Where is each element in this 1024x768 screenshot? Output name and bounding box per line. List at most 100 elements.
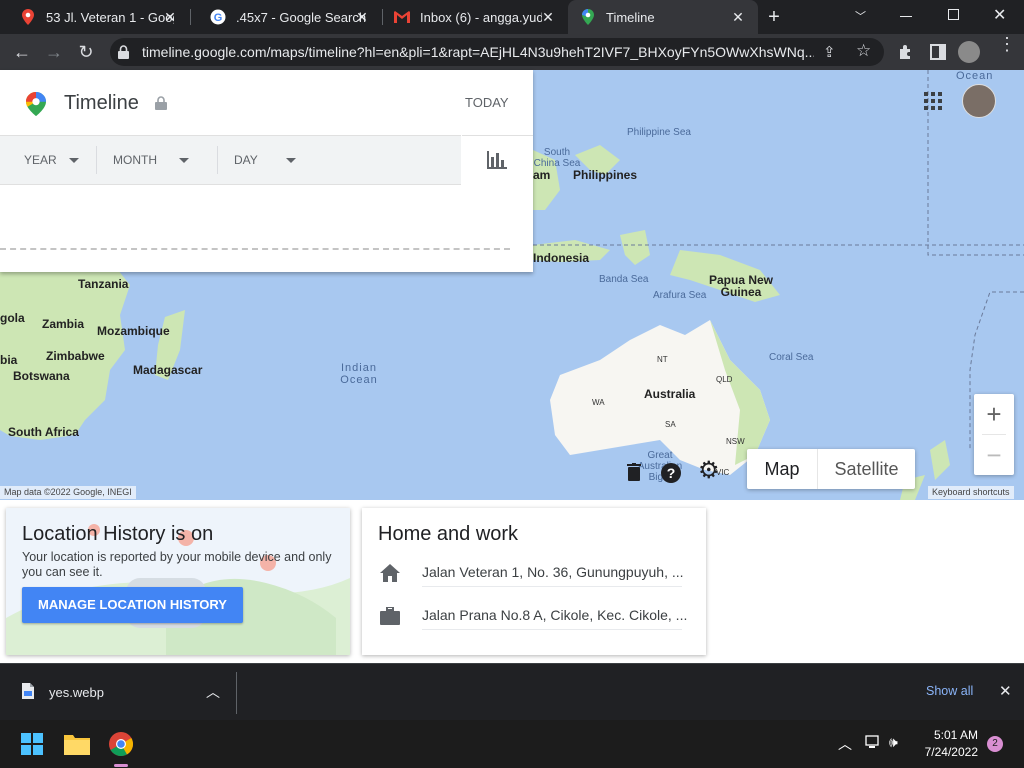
restore-button[interactable] xyxy=(948,9,959,20)
close-tab-icon[interactable]: ✕ xyxy=(730,9,746,25)
location-history-text: Your location is reported by your mobile… xyxy=(22,550,332,579)
clock-time[interactable]: 5:01 AM xyxy=(920,728,978,742)
work-address-row[interactable]: Jalan Prana No.8 A, Cikole, Kec. Cikole,… xyxy=(422,603,687,630)
forward-arrow-icon[interactable]: → xyxy=(40,38,68,66)
home-address-row[interactable]: Jalan Veteran 1, No. 36, Gunungpuyuh, ..… xyxy=(422,560,684,587)
maps-pin-icon xyxy=(20,9,36,25)
tab-title: 53 Jl. Veteran 1 - Google xyxy=(46,9,174,25)
map-view-button[interactable]: Map xyxy=(747,449,818,489)
date-selector-bar: YEAR MONTH DAY xyxy=(0,135,461,185)
extensions-puzzle-icon[interactable] xyxy=(892,38,920,66)
active-app-indicator xyxy=(114,764,128,767)
map-label: NT xyxy=(657,355,668,364)
map-label: Indian Ocean xyxy=(340,362,378,386)
chevron-down-icon xyxy=(285,157,296,163)
side-panel-icon[interactable] xyxy=(924,38,952,66)
today-button[interactable]: TODAY xyxy=(465,95,509,110)
month-label: MONTH xyxy=(113,153,157,167)
lock-icon xyxy=(118,45,129,64)
reload-icon[interactable]: ↻ xyxy=(72,38,100,66)
timeline-dashed-line xyxy=(0,248,510,250)
settings-gear-icon[interactable]: ⚙ xyxy=(698,459,720,483)
google-g-icon: G xyxy=(210,9,226,25)
stats-button[interactable] xyxy=(462,135,533,184)
download-filename: yes.webp xyxy=(49,685,104,700)
maps-pin-icon xyxy=(580,9,596,25)
zoom-control: + − xyxy=(974,394,1014,475)
file-explorer-icon[interactable] xyxy=(64,733,90,760)
location-history-title: Location History is on xyxy=(22,523,214,545)
profile-avatar[interactable] xyxy=(958,41,980,63)
map-label: am xyxy=(533,168,551,182)
tab-title: Inbox (6) - angga.yudia xyxy=(420,9,542,25)
briefcase-icon xyxy=(380,606,400,630)
chrome-taskbar-icon[interactable] xyxy=(109,732,134,761)
map-label: Coral Sea xyxy=(769,352,814,363)
bookmark-star-icon[interactable]: ☆ xyxy=(856,41,871,61)
close-tab-icon[interactable]: ✕ xyxy=(354,9,370,25)
notification-badge[interactable]: 2 xyxy=(987,736,1003,752)
share-icon[interactable]: ⇪ xyxy=(823,43,836,61)
show-all-link[interactable]: Show all xyxy=(926,684,973,698)
map-label: Zambia xyxy=(42,317,85,331)
map-label: South Africa xyxy=(8,425,79,439)
minimize-button[interactable] xyxy=(900,16,912,17)
map-label: Tanzania xyxy=(78,277,129,291)
keyboard-shortcuts-link[interactable]: Keyboard shortcuts xyxy=(928,486,1014,499)
day-dropdown[interactable]: DAY xyxy=(234,136,296,184)
zoom-out-button[interactable]: − xyxy=(974,435,1014,475)
divider xyxy=(236,672,237,714)
map-label: Philippine Sea xyxy=(627,127,691,138)
tab-strip: 53 Jl. Veteran 1 - Google ✕ G .45x7 - Go… xyxy=(0,0,1024,34)
chevron-down-icon xyxy=(179,157,189,163)
windows-start-icon[interactable] xyxy=(21,733,43,760)
close-tab-icon[interactable]: ✕ xyxy=(540,9,556,25)
chevron-up-icon[interactable]: ︿ xyxy=(206,682,220,702)
month-dropdown[interactable]: MONTH xyxy=(113,136,189,184)
home-icon xyxy=(380,564,400,587)
account-avatar[interactable] xyxy=(962,84,996,118)
divider xyxy=(217,146,218,174)
cards-area: Location History is on Your location is … xyxy=(0,500,1024,663)
volume-icon[interactable]: 🕪 xyxy=(889,734,898,751)
tab-google-search[interactable]: G .45x7 - Google Search ✕ xyxy=(190,0,382,34)
show-hidden-icons-icon[interactable]: ︿ xyxy=(838,734,852,754)
chevron-down-icon xyxy=(68,157,79,163)
trash-icon[interactable] xyxy=(627,463,641,486)
map-label: Papua New Guinea xyxy=(708,273,774,299)
close-download-bar-icon[interactable]: ✕ xyxy=(999,682,1012,700)
network-icon[interactable] xyxy=(865,735,881,754)
download-item[interactable]: yes.webp ︿ xyxy=(8,672,236,712)
work-address: Jalan Prana No.8 A, Cikole, Kec. Cikole,… xyxy=(422,607,688,623)
address-bar[interactable]: timeline.google.com/maps/timeline?hl=en&… xyxy=(110,38,884,66)
page-title: Timeline xyxy=(64,92,139,114)
tab-gmail-inbox[interactable]: Inbox (6) - angga.yudia ✕ xyxy=(382,0,568,34)
download-bar: yes.webp ︿ Show all ✕ xyxy=(0,663,1024,721)
map-label: WA xyxy=(592,398,605,407)
close-tab-icon[interactable]: ✕ xyxy=(162,9,178,25)
manage-location-history-button[interactable]: MANAGE LOCATION HISTORY xyxy=(22,587,243,623)
new-tab-button[interactable]: + xyxy=(764,7,784,27)
timeline-panel: Timeline TODAY YEAR MONTH DAY xyxy=(0,70,533,272)
url-text: timeline.google.com/maps/timeline?hl=en&… xyxy=(142,44,814,60)
tab-search-icon[interactable]: ﹀ xyxy=(855,8,871,24)
map-label: QLD xyxy=(716,375,733,384)
tab-maps-veteran[interactable]: 53 Jl. Veteran 1 - Google ✕ xyxy=(0,0,190,34)
help-icon[interactable]: ? xyxy=(661,463,681,483)
clock-date[interactable]: 7/24/2022 xyxy=(916,745,978,759)
file-icon xyxy=(22,683,34,704)
lock-icon xyxy=(155,96,167,115)
zoom-in-button[interactable]: + xyxy=(974,394,1014,434)
map-label: NSW xyxy=(726,437,745,446)
satellite-view-button[interactable]: Satellite xyxy=(818,449,915,489)
location-history-card: Location History is on Your location is … xyxy=(6,508,350,655)
close-window-button[interactable]: ✕ xyxy=(993,5,1006,25)
windows-taskbar: ︿ 🕪 5:01 AM 7/24/2022 2 xyxy=(0,720,1024,768)
tab-timeline[interactable]: Timeline ✕ xyxy=(568,0,758,34)
back-arrow-icon[interactable]: ← xyxy=(8,38,36,66)
tab-title: Timeline xyxy=(606,9,655,25)
chrome-menu-icon[interactable]: ⋮ xyxy=(998,35,1016,53)
map-label: SA xyxy=(665,420,676,429)
apps-grid-icon[interactable] xyxy=(924,92,942,115)
year-dropdown[interactable]: YEAR xyxy=(24,136,79,184)
